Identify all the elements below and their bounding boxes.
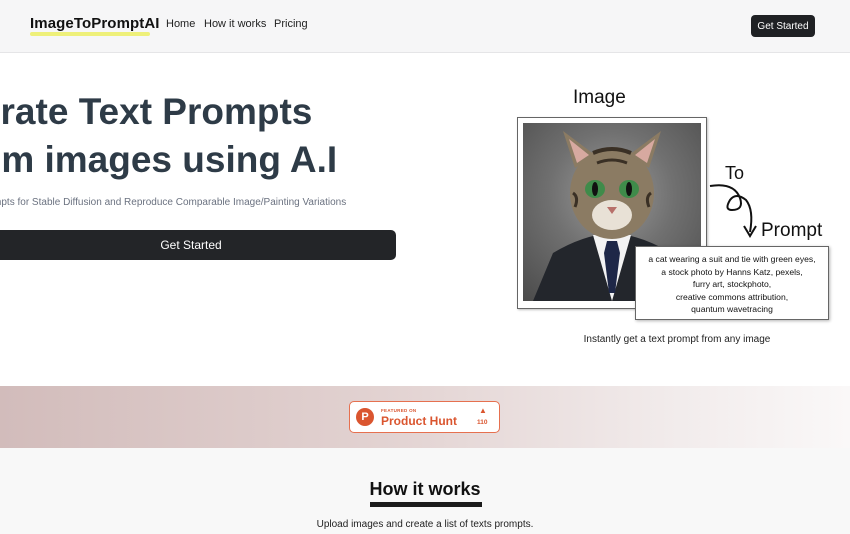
hero-title-line-1: Generate Text Prompts [0,91,313,132]
prompt-line: quantum wavetracing [691,304,773,314]
hero-get-started-button[interactable]: Get Started [0,230,396,260]
nav-home-link[interactable]: Home [166,18,195,30]
product-hunt-logo-icon: P [356,408,374,426]
product-hunt-badge[interactable]: P FEATURED ON Product Hunt ▲ 110 [349,401,500,433]
product-hunt-upvote-count: 110 [477,419,488,426]
curved-arrow-icon [709,184,757,238]
prompt-example-box: a cat wearing a suit and tie with green … [635,246,829,320]
how-it-works-underline [370,502,482,507]
prompt-line: furry art, stockphoto, [692,279,772,289]
nav-pricing-link[interactable]: Pricing [274,18,308,30]
how-it-works-title: How it works [369,479,481,499]
logo-highlight [30,32,150,36]
prompt-line: a stock photo by Hanns Katz, pexels, [661,266,803,277]
site-logo[interactable]: ImageToPromptAI [30,15,160,32]
hero-subtitle: Generate Prompts for Stable Diffusion an… [0,197,470,213]
illustration-prompt-label: Prompt [761,220,823,241]
product-hunt-featured-text: FEATURED ON [381,408,417,413]
prompt-line: creative commons attribution, [675,291,789,302]
product-hunt-name: Product Hunt [381,414,457,428]
hero-title-line-2: from images using A.I [0,139,338,180]
header-get-started-button[interactable]: Get Started [751,15,815,37]
how-it-works-subtitle: Upload images and create a list of texts… [316,519,534,530]
site-header: ImageToPromptAI Home How it works Pricin… [0,0,850,53]
hero-subtitle-text: Generate Prompts for Stable Diffusion an… [0,197,347,208]
upvote-triangle-icon: ▲ [479,406,487,415]
nav-how-it-works-link[interactable]: How it works [204,18,266,30]
prompt-line: a cat wearing a suit and tie with green … [648,254,816,264]
illustration-caption: Instantly get a text prompt from any ima… [583,334,771,345]
illustration-image-label: Image [573,87,626,108]
hero-title: Generate Text Prompts from images using … [0,86,470,186]
hero-get-started-label: Get Started [160,238,222,252]
